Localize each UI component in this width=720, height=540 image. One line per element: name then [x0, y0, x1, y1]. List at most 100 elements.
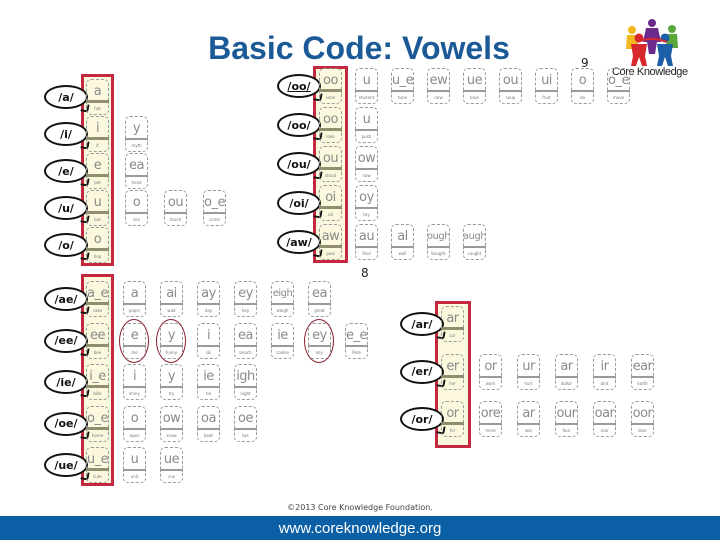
spelling-card: aw paw	[319, 224, 342, 260]
spelling-card: augh caught	[463, 224, 486, 260]
spelling-card: e pet	[86, 153, 109, 189]
spelling-card: oo soon	[319, 68, 342, 104]
example-word: four	[555, 425, 578, 437]
spelling-grapheme: ou	[164, 190, 187, 214]
sound-bubble: /i/	[44, 122, 88, 146]
spelling-card: o son	[125, 190, 148, 226]
spelling-card: ore more	[479, 401, 502, 437]
example-word: shout	[319, 170, 342, 182]
example-word: myth	[125, 140, 148, 152]
circle-mark	[304, 318, 334, 363]
spelling-grapheme: ew	[427, 68, 450, 92]
example-word: hurt	[517, 377, 540, 390]
sound-bubble: /oo/	[277, 113, 321, 137]
sound-bubble: /ue/	[44, 453, 88, 477]
spelling-grapheme: a	[123, 281, 146, 305]
sound-bubble: /oo/	[277, 74, 321, 98]
example-word: push	[355, 131, 378, 143]
example-word: soon	[319, 92, 342, 104]
example-word: day	[197, 305, 220, 317]
example-word: try	[160, 388, 183, 400]
example-word: home	[86, 429, 109, 442]
example-word: wall	[391, 248, 414, 260]
sound-bubble: /er/	[400, 359, 444, 384]
spelling-card: o_e home	[86, 405, 109, 442]
spelling-card: u_e tune	[391, 68, 414, 104]
spelling-card: ea head	[125, 153, 148, 189]
example-word: door	[631, 425, 654, 437]
copyright-notice: ©2013 Core Knowledge Foundation.	[287, 503, 433, 512]
example-word: weigh	[271, 305, 294, 317]
spelling-card: ou soup	[499, 68, 522, 104]
spelling-grapheme: ou	[499, 68, 522, 92]
spelling-card: al wall	[391, 224, 414, 260]
example-word: hop	[86, 251, 109, 263]
spelling-grapheme: u	[355, 68, 378, 92]
sound-bubble: /ar/	[400, 312, 444, 336]
spelling-card: oar roar	[593, 401, 616, 437]
example-word: do	[571, 92, 594, 104]
spelling-card: our four	[555, 401, 578, 437]
example-word: student	[355, 92, 378, 104]
spelling-grapheme: oa	[197, 405, 220, 430]
spelling-card: i_e bike	[86, 364, 109, 400]
example-word: boat	[197, 429, 220, 442]
spelling-card: o do	[571, 68, 594, 104]
spelling-grapheme: ear	[631, 353, 654, 378]
example-word: move	[607, 92, 630, 104]
spelling-grapheme: ow	[160, 405, 183, 430]
circle-mark	[156, 318, 186, 363]
sound-bubble: /e/	[44, 159, 88, 183]
spelling-grapheme: o	[125, 190, 148, 214]
example-word: tie	[197, 388, 220, 400]
spelling-card: u unit	[123, 447, 146, 483]
spelling-card: i it	[86, 116, 109, 152]
spelling-card: o open	[123, 405, 146, 442]
page-title-text: Basic Code: Vowels	[208, 30, 510, 66]
example-word: night	[234, 388, 257, 400]
example-word: caught	[463, 248, 486, 260]
spelling-grapheme: o	[571, 68, 594, 92]
footer-url-link[interactable]: www.coreknowledge.org	[279, 520, 442, 537]
spelling-card: ie tie	[197, 364, 220, 400]
spelling-card: oo look	[319, 107, 342, 143]
spelling-grapheme: ar	[517, 401, 540, 425]
spelling-grapheme: o	[123, 405, 146, 430]
spelling-card: ai wait	[160, 281, 183, 317]
spelling-card: au Paul	[355, 224, 378, 260]
spelling-grapheme: ea	[308, 281, 331, 305]
sound-bubble: /o/	[44, 233, 88, 257]
example-word: cookie	[271, 346, 294, 359]
spelling-card: ou touch	[164, 190, 187, 226]
sound-bubble: /aw/	[277, 230, 321, 254]
spelling-card: ey hey	[234, 281, 257, 317]
example-word: dollar	[555, 377, 578, 390]
example-word: soup	[499, 92, 522, 104]
spelling-grapheme: e_e	[345, 322, 368, 347]
spelling-grapheme: ie	[197, 364, 220, 388]
example-word: her	[441, 377, 464, 390]
example-word: blue	[463, 92, 486, 104]
example-word: bike	[86, 388, 109, 400]
sound-bubble: /oe/	[44, 411, 88, 436]
example-word: cue	[160, 471, 183, 483]
spelling-grapheme: ue	[463, 68, 486, 92]
sound-bubble: /or/	[400, 407, 444, 431]
sound-bubble: /u/	[44, 196, 88, 220]
spelling-card: e_e Pete	[345, 322, 368, 359]
spelling-card: ough bought	[427, 224, 450, 260]
example-word: earth	[631, 377, 654, 390]
example-word: car	[441, 330, 464, 342]
sound-bubble: /ee/	[44, 328, 88, 353]
example-word: son	[125, 214, 148, 226]
example-word: hat	[86, 103, 109, 115]
example-word: more	[479, 425, 502, 437]
example-word: hey	[234, 305, 257, 317]
spelling-grapheme: ar	[555, 353, 578, 378]
sound-bubble: /ie/	[44, 370, 88, 394]
example-word: unit	[123, 471, 146, 483]
spelling-card: er her	[441, 353, 464, 390]
example-word: but	[86, 214, 109, 226]
page-number-bottom: 8	[361, 266, 369, 280]
example-word: bird	[593, 377, 616, 390]
